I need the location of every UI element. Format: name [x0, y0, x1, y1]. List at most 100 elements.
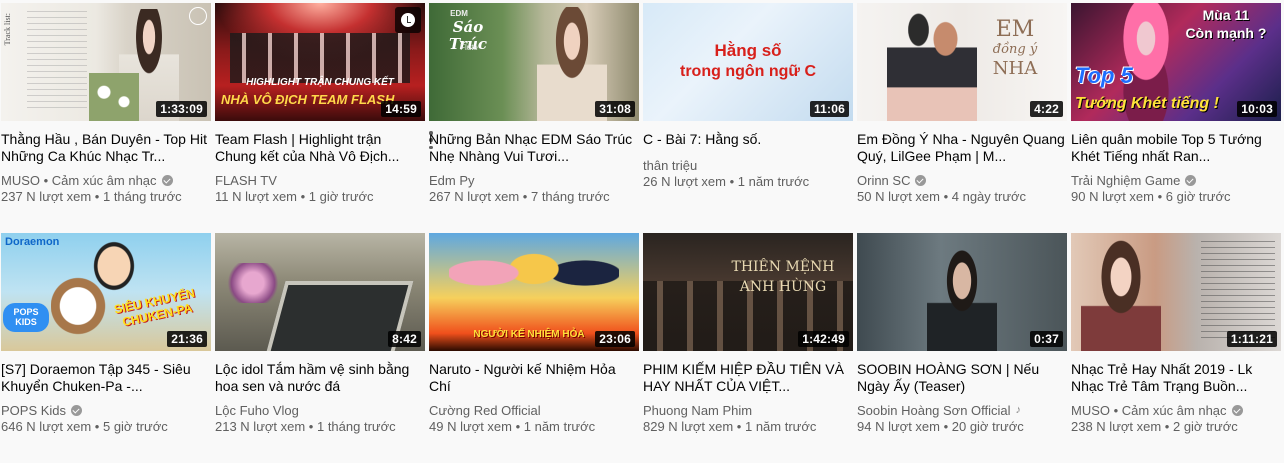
video-duration: 10:03 [1237, 101, 1277, 117]
video-metadata: 267 N lượt xem • 7 tháng trước [429, 189, 610, 204]
thumbnail-flowers [223, 263, 283, 303]
video-duration: 1:33:09 [156, 101, 207, 117]
channel-name[interactable]: Orinn SC [857, 173, 910, 188]
thumbnail-caption-q: Còn mạnh ? [1185, 25, 1267, 41]
channel-name[interactable]: MUSO • Cảm xúc âm nhạc [1071, 403, 1227, 418]
video-duration: 14:59 [381, 101, 421, 117]
video-title[interactable]: Liên quân mobile Top 5 Tướng Khét Tiếng … [1071, 131, 1281, 165]
video-card[interactable]: Doraemon SIÊU KHUYỂN CHUKEN-PA POPS KIDS… [1, 233, 211, 437]
video-metadata: 11 N lượt xem • 1 giờ trước [215, 189, 374, 204]
verified-icon [1185, 174, 1197, 186]
video-title[interactable]: Naruto - Người kế Nhiệm Hỏa Chí [429, 361, 639, 395]
video-title[interactable]: Nhạc Trẻ Hay Nhất 2019 - Lk Nhạc Trẻ Tâm… [1071, 361, 1281, 395]
video-metadata: 49 N lượt xem • 1 năm trước [429, 419, 596, 434]
video-thumbnail[interactable]: Mùa 11 Còn mạnh ? Top 5 Tướng Khét tiếng… [1071, 3, 1281, 121]
video-thumbnail[interactable]: 1:11:21 [1071, 233, 1281, 351]
video-title[interactable]: PHIM KIẾM HIỆP ĐẦU TIÊN VÀ HAY NHẤT CỦA … [643, 361, 853, 395]
video-metadata: 238 N lượt xem • 2 giờ trước [1071, 419, 1238, 434]
thumbnail-person [1081, 237, 1161, 351]
thumbnail-person [927, 243, 997, 351]
thumbnail-caption-sub: ANH HÙNG [739, 279, 827, 295]
video-thumbnail[interactable]: Track list: 1:33:09 [1, 3, 211, 121]
video-duration: 23:06 [595, 331, 635, 347]
video-card[interactable]: Track list: 1:33:09 Thằng Hầu , Bán Duyê… [1, 3, 211, 207]
video-card[interactable]: EDM Sáo Trúc Flute 31:08 Những Bản Nhạc … [429, 3, 639, 207]
channel-name-row: Phuong Nam Phim [643, 401, 853, 419]
video-card[interactable]: EM đồng ý NHA 4:22 Em Đồng Ý Nha - Nguyê… [857, 3, 1067, 207]
channel-name-row: MUSO • Cảm xúc âm nhạc [1071, 401, 1281, 419]
thumbnail-caption-sub: trong ngôn ngữ C [680, 63, 816, 80]
video-thumbnail[interactable]: 8:42 [215, 233, 425, 351]
video-title[interactable]: Lộc idol Tắm hầm vệ sinh bằng hoa sen và… [215, 361, 425, 395]
video-card[interactable]: 8:42 Lộc idol Tắm hầm vệ sinh bằng hoa s… [215, 233, 425, 437]
video-metadata: 26 N lượt xem • 1 năm trước [643, 174, 810, 189]
channel-name[interactable]: MUSO • Cảm xúc âm nhạc [1, 173, 157, 188]
video-duration: 0:37 [1030, 331, 1063, 347]
video-metadata: 94 N lượt xem • 20 giờ trước [857, 419, 1024, 434]
video-title[interactable]: [S7] Doraemon Tập 345 - Siêu Khuyển Chuk… [1, 361, 211, 395]
video-thumbnail[interactable]: Hằng số trong ngôn ngữ C 11:06 [643, 3, 853, 121]
video-metadata: 829 N lượt xem • 1 năm trước [643, 419, 817, 434]
video-title[interactable]: C - Bài 7: Hằng số. [643, 131, 853, 148]
channel-name[interactable]: Cường Red Official [429, 403, 541, 418]
verified-icon [915, 174, 927, 186]
video-thumbnail[interactable]: EDM Sáo Trúc Flute 31:08 [429, 3, 639, 121]
thumbnail-caption-small: EDM [450, 9, 468, 18]
channel-name[interactable]: Edm Py [429, 173, 475, 188]
video-title[interactable]: Những Bản Nhạc EDM Sáo Trúc Nhẹ Nhàng Vu… [429, 131, 639, 165]
video-card[interactable]: 0:37 SOOBIN HOÀNG SƠN | Nếu Ngày Ấy (Tea… [857, 233, 1067, 437]
video-metadata: 237 N lượt xem • 1 tháng trước [1, 189, 182, 204]
thumbnail-couple [887, 7, 977, 121]
channel-name[interactable]: Lộc Fuho Vlog [215, 403, 299, 418]
channel-name-row: Edm Py [429, 171, 639, 189]
thumbnail-text-block [27, 11, 87, 111]
thumbnail-tracklist [1201, 241, 1275, 341]
video-card[interactable]: THIÊN MỆNH ANH HÙNG 1:42:49 PHIM KIẾM HI… [643, 233, 853, 437]
channel-name-row: POPS Kids [1, 401, 211, 419]
video-title[interactable]: Em Đồng Ý Nha - Nguyên Quang Quý, LilGee… [857, 131, 1067, 165]
channel-name[interactable]: POPS Kids [1, 403, 66, 418]
video-duration: 4:22 [1030, 101, 1063, 117]
video-card[interactable]: Hằng số trong ngôn ngữ C 11:06 C - Bài 7… [643, 3, 853, 192]
video-duration: 21:36 [167, 331, 207, 347]
channel-name-row: thân triệu [643, 156, 853, 174]
thumbnail-caption-mid: đồng ý [992, 42, 1038, 57]
video-title[interactable]: Team Flash | Highlight trận Chung kết củ… [215, 131, 425, 165]
video-metadata: 50 N lượt xem • 4 ngày trước [857, 189, 1027, 204]
video-card[interactable]: NGƯỜI KẾ NHIỆM HỎA 23:06 Naruto - Người … [429, 233, 639, 437]
thumbnail-caption-sub: Flute [460, 43, 478, 52]
channel-name[interactable]: Phuong Nam Phim [643, 403, 752, 418]
video-thumbnail[interactable]: EM đồng ý NHA 4:22 [857, 3, 1067, 121]
video-duration: 11:06 [809, 101, 849, 117]
video-thumbnail[interactable]: THIÊN MỆNH ANH HÙNG 1:42:49 [643, 233, 853, 351]
thumbnail-caption: Hằng số [714, 41, 782, 60]
video-thumbnail[interactable]: 0:37 [857, 233, 1067, 351]
video-thumbnail[interactable]: HIGHLIGHT TRẬN CHUNG KẾT NHÀ VÔ ĐỊCH TEA… [215, 3, 425, 121]
video-metadata: 90 N lượt xem • 6 giờ trước [1071, 189, 1231, 204]
channel-name[interactable]: thân triệu [643, 158, 697, 173]
video-thumbnail[interactable]: NGƯỜI KẾ NHIỆM HỎA 23:06 [429, 233, 639, 351]
video-title[interactable]: Thằng Hầu , Bán Duyên - Top Hit Những Ca… [1, 131, 211, 165]
video-title[interactable]: SOOBIN HOÀNG SƠN | Nếu Ngày Ấy (Teaser) [857, 361, 1067, 395]
channel-name-row: Orinn SC [857, 171, 1067, 189]
channel-name[interactable]: Trải Nghiệm Game [1071, 173, 1180, 188]
video-card[interactable]: HIGHLIGHT TRẬN CHUNG KẾT NHÀ VÔ ĐỊCH TEA… [215, 3, 433, 207]
thumbnail-flowers [89, 73, 139, 121]
thumbnail-caption-main: Tướng Khét tiếng ! [1075, 95, 1219, 112]
channel-name[interactable]: FLASH TV [215, 173, 277, 188]
channel-name-row: Cường Red Official [429, 401, 639, 419]
video-duration: 1:11:21 [1226, 331, 1277, 347]
video-card[interactable]: Mùa 11 Còn mạnh ? Top 5 Tướng Khét tiếng… [1071, 3, 1281, 207]
watch-later-icon[interactable] [395, 7, 421, 33]
video-metadata: 213 N lượt xem • 1 tháng trước [215, 419, 396, 434]
thumbnail-caption: Mùa 11 [1202, 7, 1250, 23]
music-note-icon: ♪ [1015, 404, 1022, 416]
video-thumbnail[interactable]: Doraemon SIÊU KHUYỂN CHUKEN-PA POPS KIDS… [1, 233, 211, 351]
video-duration: 8:42 [388, 331, 421, 347]
video-metadata: 646 N lượt xem • 5 giờ trước [1, 419, 168, 434]
channel-name-row: FLASH TV [215, 171, 425, 189]
video-card[interactable]: 1:11:21 Nhạc Trẻ Hay Nhất 2019 - Lk Nhạc… [1071, 233, 1281, 437]
channel-name-row: Trải Nghiệm Game [1071, 171, 1281, 189]
channel-name-row: Lộc Fuho Vlog [215, 401, 425, 419]
channel-name[interactable]: Soobin Hoàng Sơn Official [857, 403, 1011, 418]
